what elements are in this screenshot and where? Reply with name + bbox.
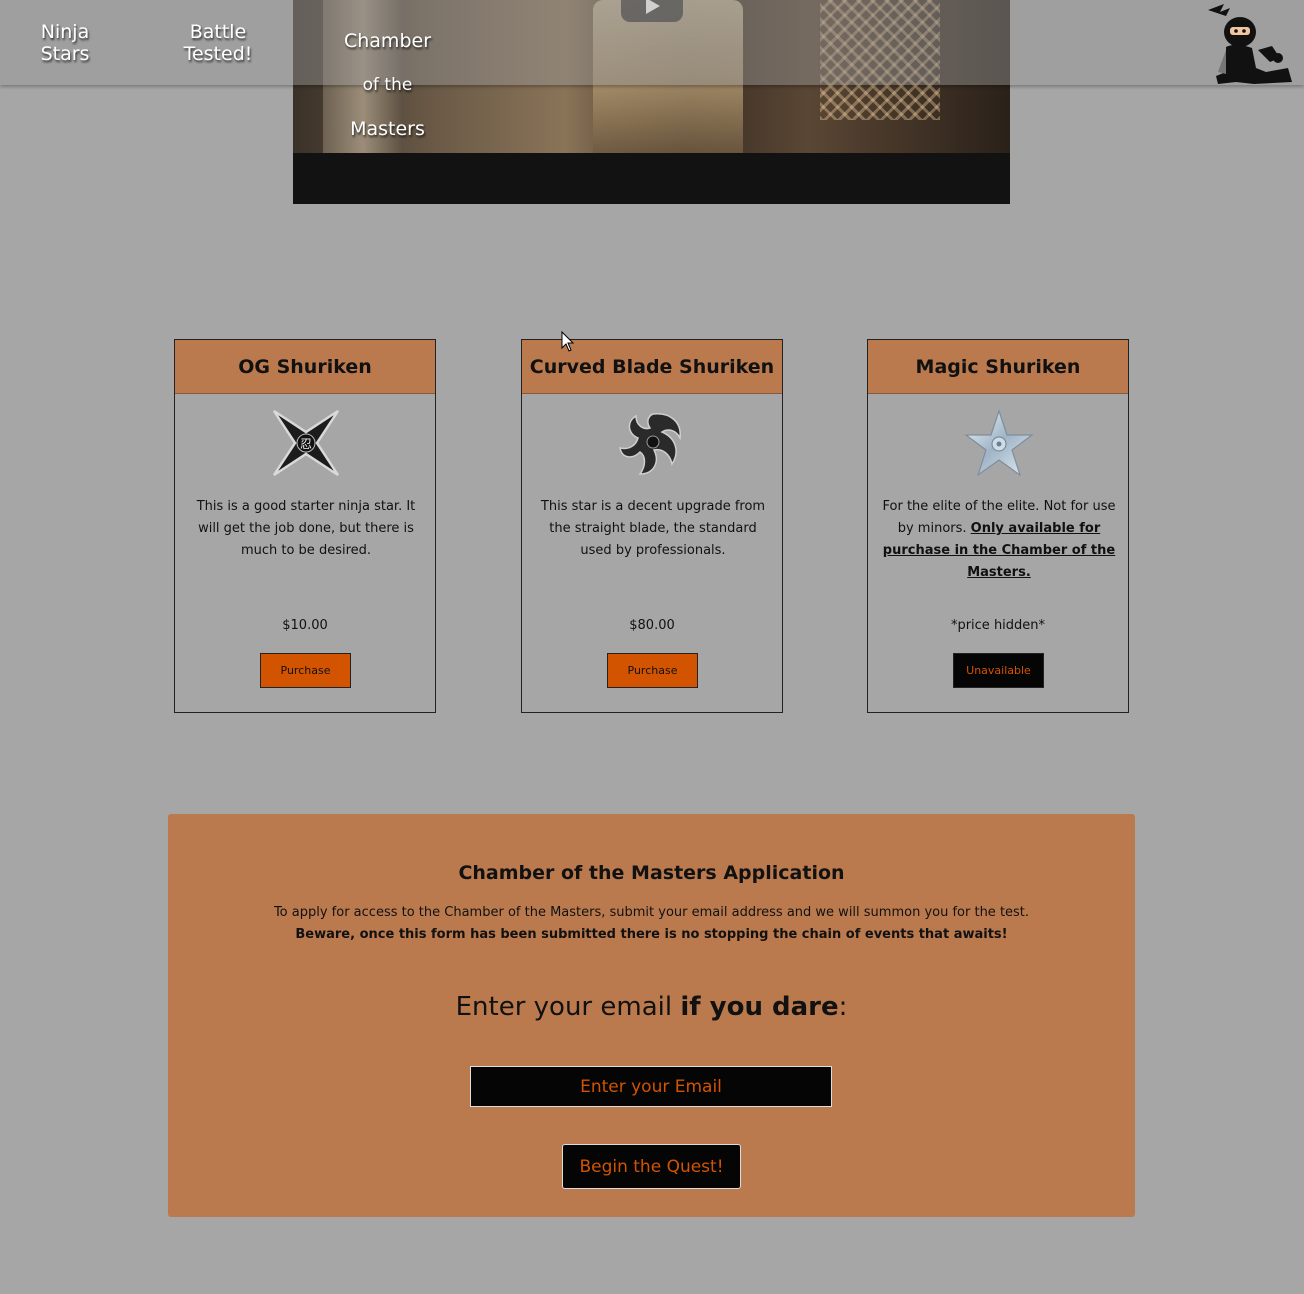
- product-title: Magic Shuriken: [868, 340, 1128, 394]
- nav-link-ninja-stars[interactable]: Ninja Stars: [20, 21, 110, 65]
- product-card: OG Shuriken 忍 This is a good starter nin…: [174, 339, 436, 713]
- nav-chamber-line2: of the: [362, 75, 413, 95]
- email-prompt-end: :: [838, 992, 848, 1022]
- purchase-button[interactable]: Purchase: [260, 653, 351, 688]
- begin-quest-button[interactable]: Begin the Quest!: [562, 1144, 741, 1189]
- nav-chamber-line1: Chamber: [343, 30, 432, 52]
- ninja-logo-icon[interactable]: [1196, 2, 1296, 86]
- product-description: This is a good starter ninja star. It wi…: [196, 499, 416, 558]
- nav-chamber-line3: Masters: [350, 118, 425, 140]
- product-description: This star is a decent upgrade from the s…: [540, 499, 766, 558]
- product-card: Curved Blade Shuriken This star is a dec…: [521, 339, 783, 713]
- nav-link-battle-tested[interactable]: Battle Tested!: [168, 21, 268, 65]
- curved-shuriken-icon: [619, 413, 681, 475]
- product-price: $80.00: [629, 618, 675, 633]
- email-prompt-start: Enter your email: [455, 992, 681, 1022]
- unavailable-button[interactable]: Unavailable: [953, 653, 1044, 688]
- application-title: Chamber of the Masters Application: [458, 862, 845, 884]
- chamber-application-form: Chamber of the Masters Application To ap…: [168, 814, 1135, 1217]
- application-text: To apply for access to the Chamber of th…: [168, 902, 1135, 946]
- product-price: $10.00: [282, 618, 328, 633]
- purchase-button[interactable]: Purchase: [607, 653, 698, 688]
- product-title: OG Shuriken: [175, 340, 435, 394]
- svg-text:忍: 忍: [300, 437, 312, 451]
- email-input[interactable]: [470, 1066, 832, 1107]
- product-price: *price hidden*: [950, 618, 1046, 633]
- product-card: Magic Shuriken For the elite of the elit…: [867, 339, 1129, 713]
- mouse-cursor-icon: [561, 331, 575, 352]
- product-description: For the elite of the elite. Not for use …: [880, 496, 1118, 584]
- application-instructions: To apply for access to the Chamber of th…: [273, 905, 1030, 920]
- email-prompt: Enter your email if you dare:: [168, 992, 1135, 1022]
- og-shuriken-icon: 忍: [272, 409, 340, 477]
- nav-link-chamber[interactable]: Chamber of the Masters: [330, 8, 445, 162]
- magic-shuriken-icon: [964, 409, 1034, 477]
- application-warning: Beware, once this form has been submitte…: [295, 927, 1008, 942]
- top-nav: Ninja Stars Battle Tested! Chamber of th…: [0, 0, 1304, 140]
- email-prompt-bold: if you dare: [680, 992, 839, 1022]
